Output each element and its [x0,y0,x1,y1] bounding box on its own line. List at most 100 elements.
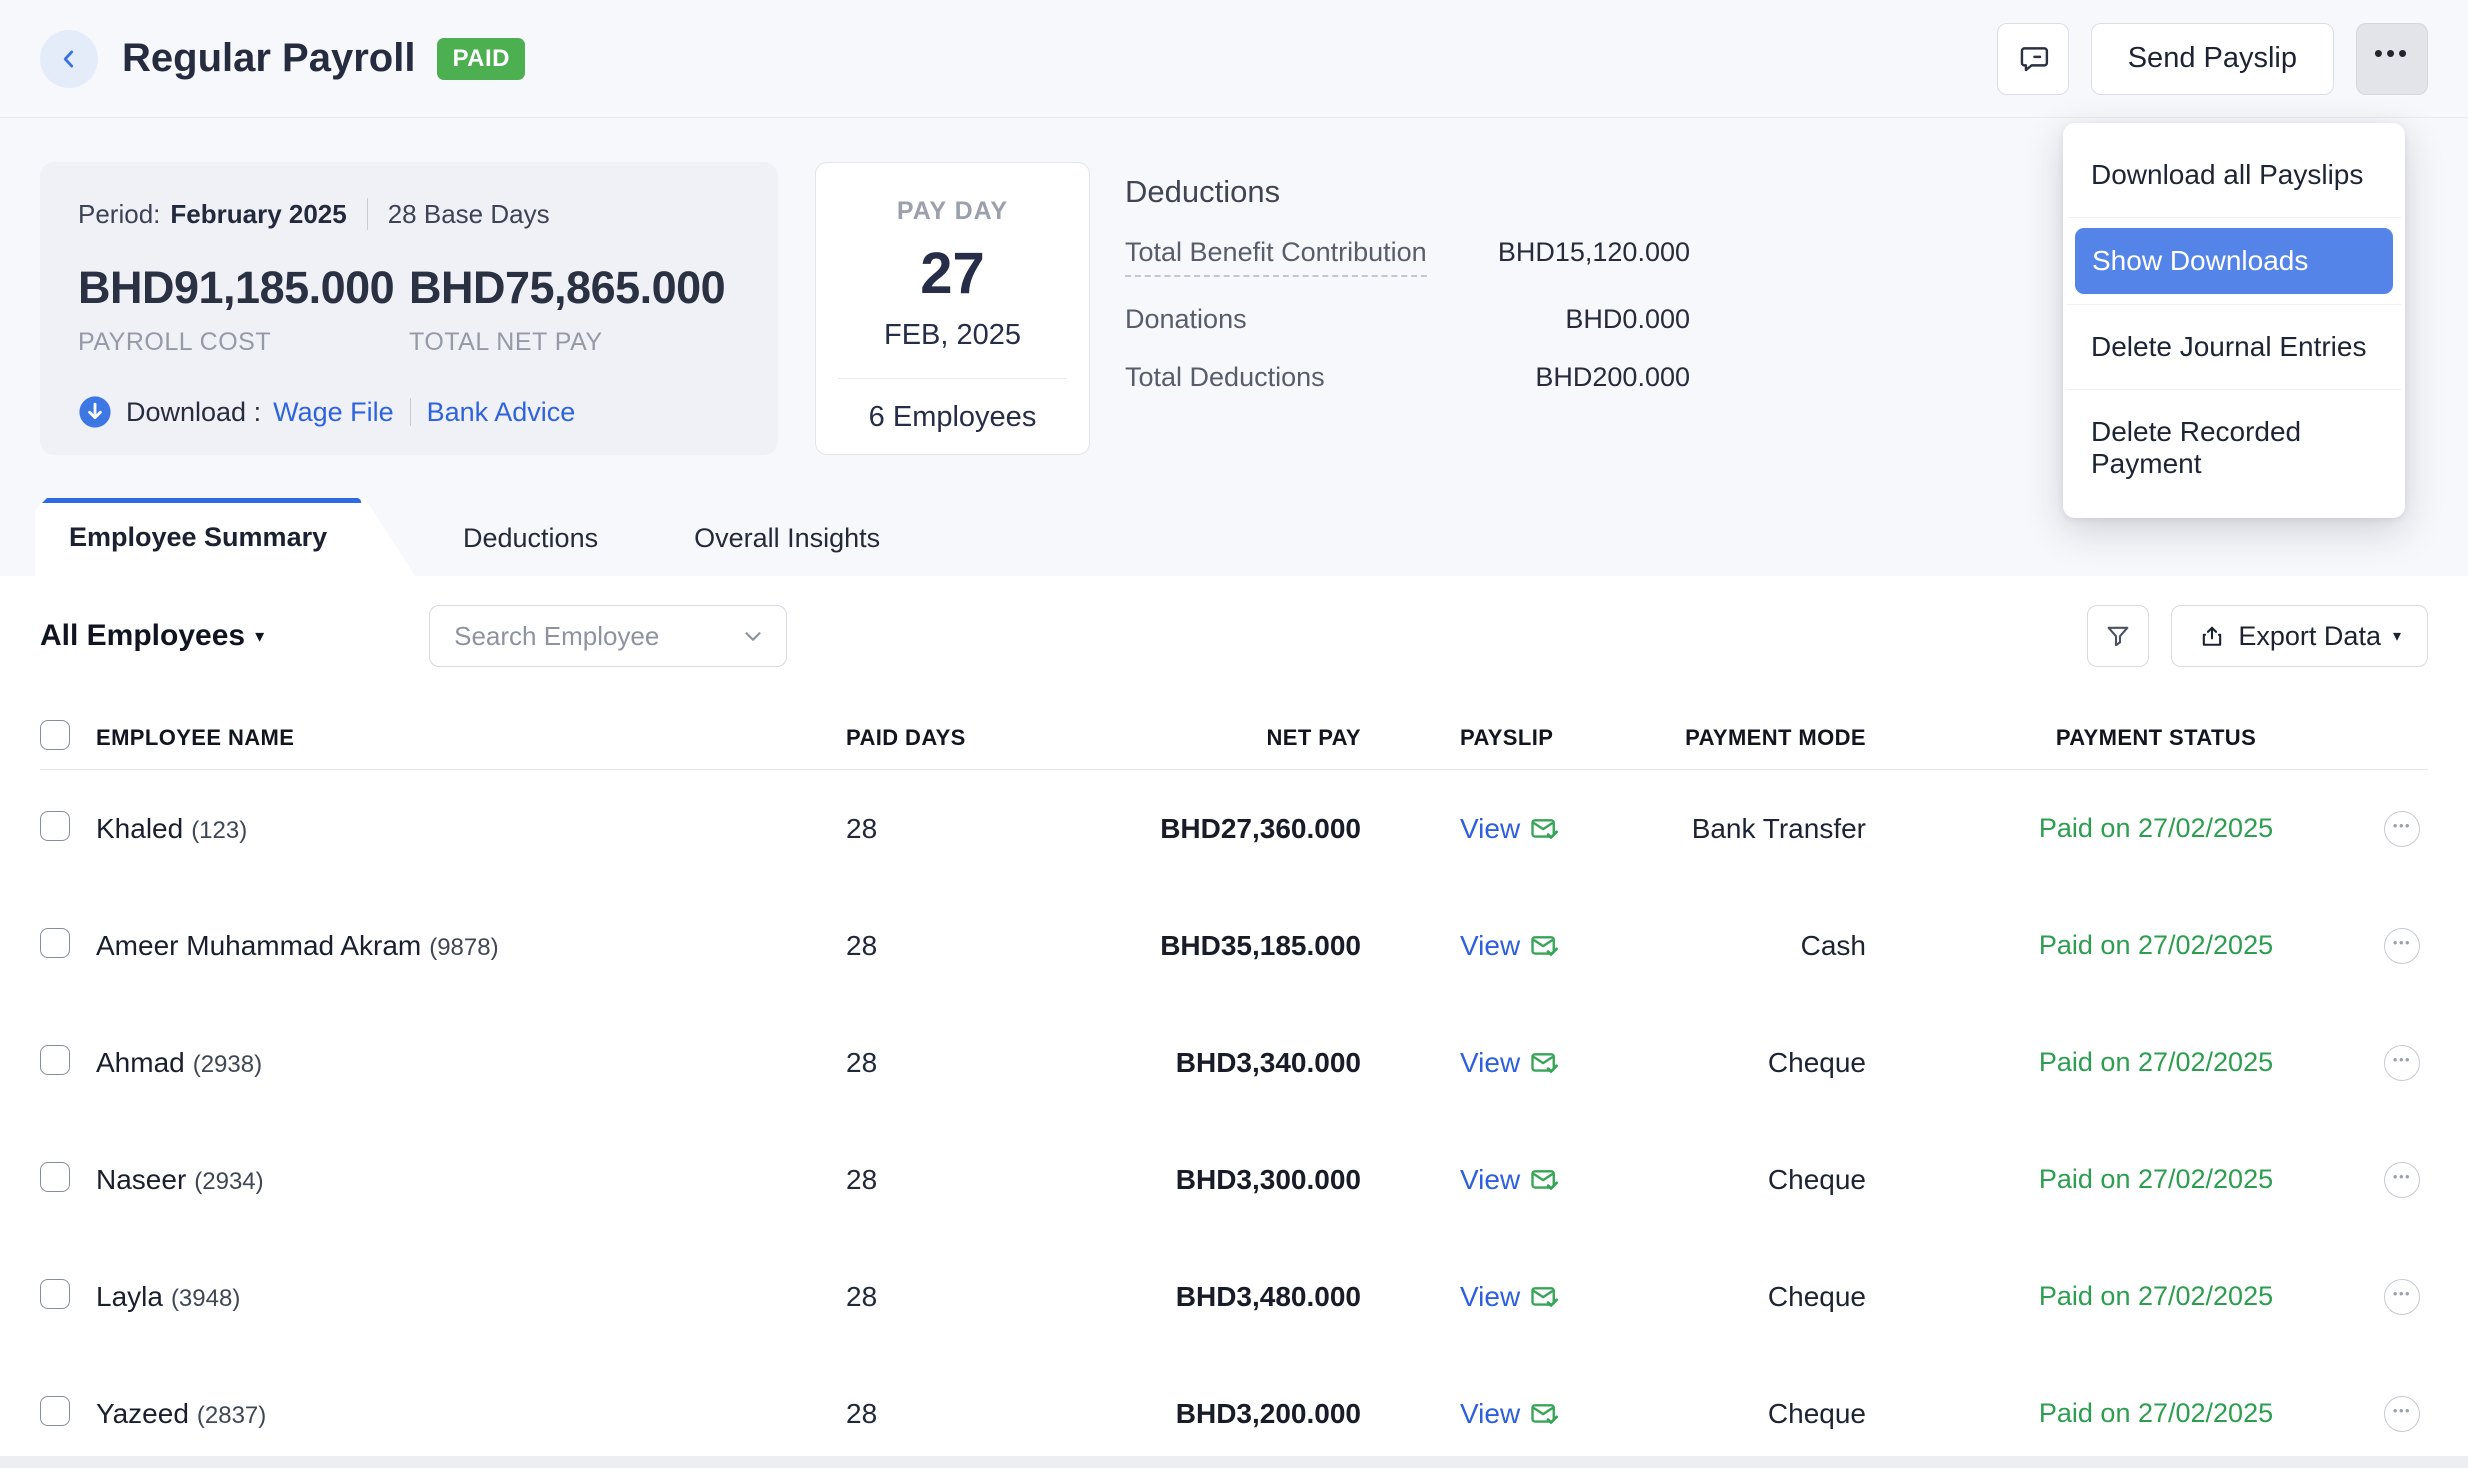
divider [367,198,368,230]
comment-button[interactable] [1997,23,2069,95]
view-payslip-link[interactable]: View [1460,1281,1560,1313]
paid-days: 28 [786,1398,1041,1430]
envelope-check-icon [1530,1399,1560,1429]
row-menu-button[interactable]: ••• [2384,1396,2420,1432]
payment-status: Paid on 27/02/2025 [1946,1164,2366,1195]
net-pay: BHD3,200.000 [1041,1398,1361,1430]
employee-id: (9878) [429,934,498,961]
speech-bubble-icon [2016,42,2050,76]
employee-name[interactable]: Layla [96,1281,163,1312]
envelope-check-icon [1530,1048,1560,1078]
menu-item-show-downloads[interactable]: Show Downloads [2075,228,2393,294]
row-menu-button[interactable]: ••• [2384,1045,2420,1081]
total-benefit-contribution-value: BHD15,120.000 [1498,237,1690,268]
payroll-summary-card: Period: February 2025 28 Base Days BHD91… [40,162,778,455]
row-checkbox[interactable] [40,811,70,841]
row-checkbox[interactable] [40,1162,70,1192]
employee-scope-dropdown[interactable]: All Employees ▾ [40,619,264,653]
table-row: Yazeed(2837) 28 BHD3,200.000 View Cheque… [40,1355,2428,1468]
row-menu-button[interactable]: ••• [2384,928,2420,964]
row-checkbox[interactable] [40,1396,70,1426]
paid-days: 28 [786,1047,1041,1079]
payment-mode: Cheque [1576,1164,1946,1196]
base-days: 28 Base Days [388,199,550,230]
period-label: Period: [78,199,160,230]
col-employee-name: EMPLOYEE NAME [96,725,786,751]
wage-file-link[interactable]: Wage File [273,397,394,428]
payroll-cost-value: BHD91,185.000 [78,262,409,314]
employee-name[interactable]: Ahmad [96,1047,185,1078]
envelope-check-icon [1530,1282,1560,1312]
row-menu-button[interactable]: ••• [2384,1162,2420,1198]
deductions-summary: Deductions Total Benefit Contribution BH… [1125,162,1690,393]
row-checkbox[interactable] [40,1045,70,1075]
employee-name[interactable]: Khaled [96,813,183,844]
payroll-cost-block: BHD91,185.000 PAYROLL COST [78,262,409,357]
employee-name[interactable]: Yazeed [96,1398,189,1429]
period-value: February 2025 [170,199,346,230]
export-data-button[interactable]: Export Data ▾ [2171,605,2428,667]
view-payslip-link[interactable]: View [1460,1047,1560,1079]
arrow-down-circle-icon [78,395,112,429]
bank-advice-link[interactable]: Bank Advice [427,397,576,428]
table-header-row: EMPLOYEE NAME PAID DAYS NET PAY PAYSLIP … [40,706,2428,770]
employee-name[interactable]: Naseer [96,1164,186,1195]
ellipsis-icon: ••• [2374,38,2410,69]
view-payslip-link[interactable]: View [1460,1398,1560,1430]
download-row: Download : Wage File Bank Advice [78,395,740,429]
row-menu-button[interactable]: ••• [2384,1279,2420,1315]
envelope-check-icon [1530,1165,1560,1195]
employee-table: EMPLOYEE NAME PAID DAYS NET PAY PAYSLIP … [40,706,2428,1468]
employee-id: (2934) [194,1168,263,1195]
ellipsis-circle-icon: ••• [2393,1169,2411,1184]
filter-button[interactable] [2087,605,2149,667]
menu-item-download-all-payslips[interactable]: Download all Payslips [2063,133,2405,217]
view-payslip-link[interactable]: View [1460,930,1560,962]
more-actions-button[interactable]: ••• [2356,23,2428,95]
table-row: Layla(3948) 28 BHD3,480.000 View Cheque … [40,1238,2428,1355]
view-payslip-link[interactable]: View [1460,1164,1560,1196]
menu-divider [2067,217,2401,218]
tab-bar: Employee Summary Deductions Overall Insi… [35,498,928,576]
select-all-checkbox[interactable] [40,720,70,750]
total-benefit-contribution-label: Total Benefit Contribution [1125,237,1427,277]
chevron-down-icon [740,623,766,649]
search-employee-input[interactable] [454,621,740,652]
envelope-check-icon [1530,814,1560,844]
payment-status: Paid on 27/02/2025 [1946,930,2366,961]
payroll-cost-label: PAYROLL COST [78,328,409,357]
ellipsis-circle-icon: ••• [2393,1403,2411,1418]
tab-deductions[interactable]: Deductions [415,500,646,576]
total-deductions-label: Total Deductions [1125,362,1325,393]
payment-status: Paid on 27/02/2025 [1946,813,2366,844]
menu-item-delete-recorded-payment[interactable]: Delete Recorded Payment [2063,390,2405,506]
menu-item-delete-journal-entries[interactable]: Delete Journal Entries [2063,305,2405,389]
topbar-actions: Send Payslip ••• [1997,23,2428,95]
search-employee-select[interactable] [429,605,787,667]
net-pay: BHD3,480.000 [1041,1281,1361,1313]
download-label: Download : [126,397,261,428]
payment-mode: Cheque [1576,1281,1946,1313]
share-up-icon [2198,622,2226,650]
tab-employee-summary[interactable]: Employee Summary [35,498,415,576]
send-payslip-button[interactable]: Send Payslip [2091,23,2334,95]
caret-down-icon: ▾ [255,626,264,647]
more-actions-menu: Download all Payslips Show Downloads Del… [2063,123,2405,518]
tab-overall-insights[interactable]: Overall Insights [646,500,928,576]
back-button[interactable] [40,30,98,88]
row-checkbox[interactable] [40,928,70,958]
ellipsis-circle-icon: ••• [2393,935,2411,950]
payment-mode: Cheque [1576,1047,1946,1079]
col-payslip: PAYSLIP [1361,725,1576,751]
row-menu-button[interactable]: ••• [2384,811,2420,847]
table-row: Ameer Muhammad Akram(9878) 28 BHD35,185.… [40,887,2428,1004]
view-payslip-link[interactable]: View [1460,813,1560,845]
row-checkbox[interactable] [40,1279,70,1309]
total-net-pay-label: TOTAL NET PAY [409,328,740,357]
deduction-row: Donations BHD0.000 [1125,304,1690,335]
employee-name[interactable]: Ameer Muhammad Akram [96,930,421,961]
ellipsis-circle-icon: ••• [2393,1286,2411,1301]
net-pay: BHD27,360.000 [1041,813,1361,845]
payday-month-year: FEB, 2025 [816,319,1089,352]
employee-summary-panel: All Employees ▾ Export Data ▾ EMPLOYEE N… [0,576,2468,1468]
